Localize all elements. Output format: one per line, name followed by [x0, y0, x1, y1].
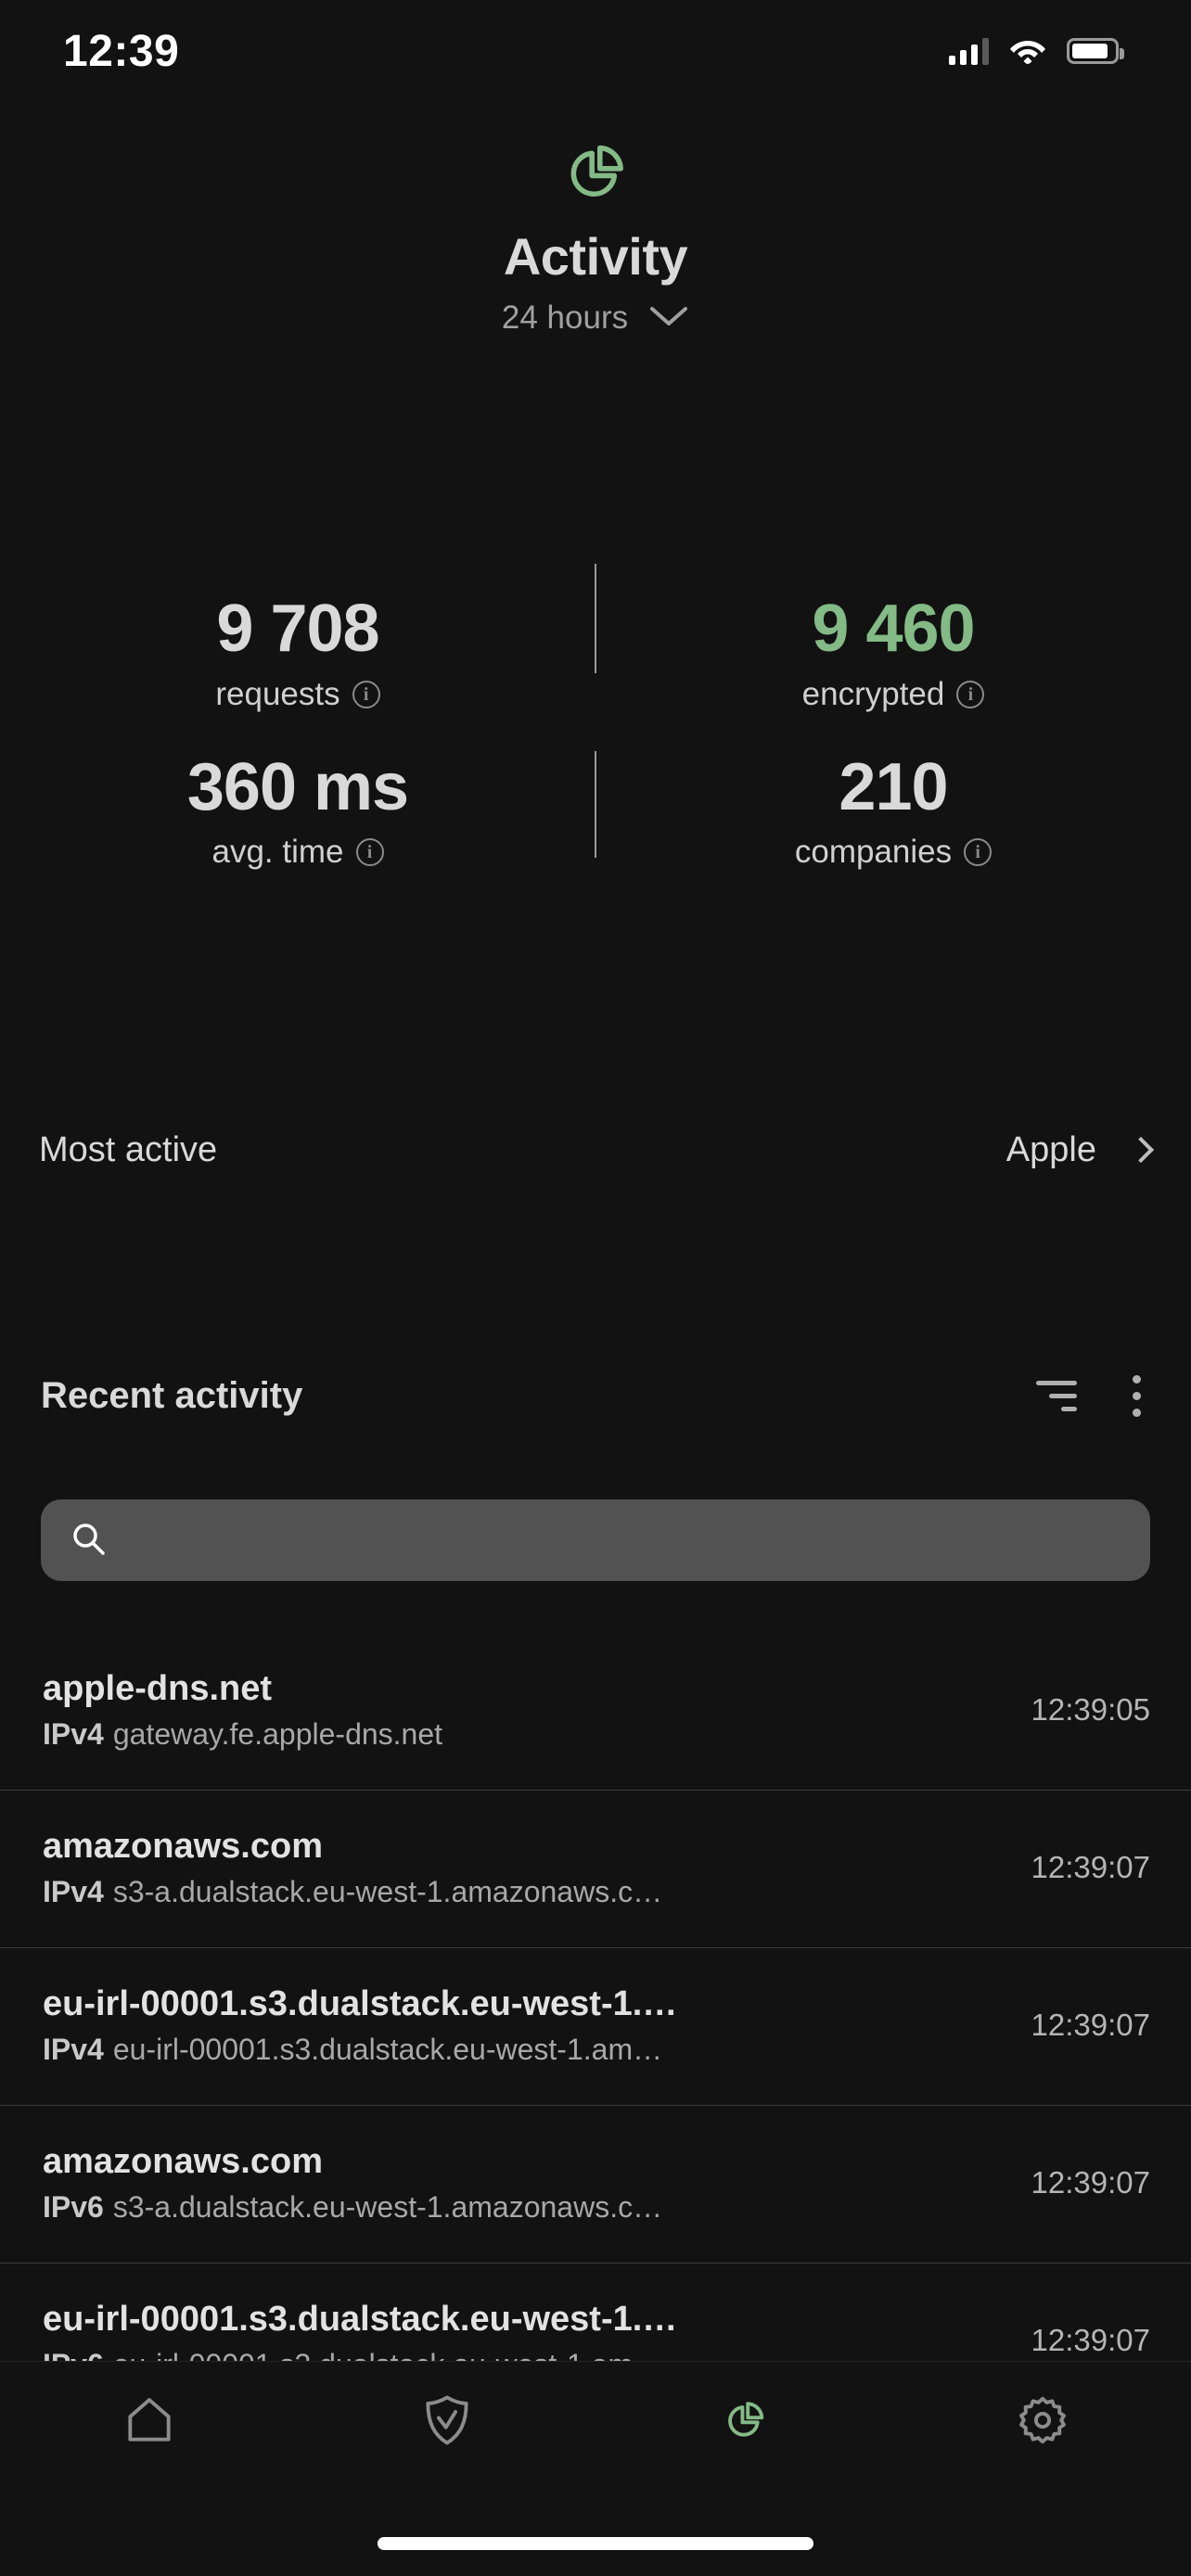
activity-time: 12:39:07	[1031, 2008, 1150, 2042]
stat-avg-time-value: 360 ms	[186, 749, 409, 824]
info-icon[interactable]: i	[355, 838, 384, 867]
pie-chart-icon	[0, 130, 1191, 215]
activity-domain: eu-irl-00001.s3.dualstack.eu-west-1.…	[43, 1984, 678, 2024]
stat-companies-label: companies i	[795, 834, 992, 871]
activity-subtitle: IPv4 gateway.fe.apple-dns.net	[43, 1715, 1009, 1753]
activity-time: 12:39:07	[1031, 1850, 1150, 1884]
search-field[interactable]	[41, 1499, 1150, 1581]
home-icon	[121, 2391, 178, 2454]
gear-icon	[1014, 2391, 1071, 2454]
stat-encrypted-value: 9 460	[812, 592, 975, 666]
stat-encrypted: 9 460 encrypted i	[596, 575, 1191, 733]
shield-check-icon	[418, 2391, 476, 2454]
activity-time: 12:39:05	[1031, 1692, 1150, 1727]
pie-chart-icon	[716, 2391, 774, 2454]
more-vertical-icon[interactable]	[1121, 1371, 1152, 1421]
stat-avg-time: 360 ms avg. time i	[0, 733, 596, 892]
stat-requests: 9 708 requests i	[0, 575, 596, 733]
activity-subtitle: IPv6 s3-a.dualstack.eu-west-1.amazonaws.c…	[43, 2188, 1009, 2225]
time-range-label: 24 hours	[501, 299, 629, 336]
activity-host: gateway.fe.apple-dns.net	[112, 1716, 443, 1751]
activity-row-content: apple-dns.net IPv4 gateway.fe.apple-dns.n…	[43, 1667, 1031, 1753]
tab-settings[interactable]	[893, 2386, 1191, 2454]
battery-icon	[1067, 38, 1124, 64]
recent-activity-title: Recent activity	[41, 1374, 303, 1416]
status-bar: 12:39	[0, 0, 1191, 102]
info-icon[interactable]: i	[964, 838, 992, 867]
table-row[interactable]: amazonaws.com IPv6 s3-a.dualstack.eu-west…	[0, 2105, 1191, 2263]
chevron-right-icon	[1127, 1136, 1155, 1164]
activity-list[interactable]: apple-dns.net IPv4 gateway.fe.apple-dns.n…	[0, 1632, 1191, 2361]
stat-encrypted-label: encrypted i	[802, 676, 985, 713]
activity-row-content: amazonaws.com IPv6 s3-a.dualstack.eu-west…	[43, 2140, 1031, 2225]
bottom-tab-bar	[0, 2361, 1191, 2576]
activity-domain: apple-dns.net	[43, 1669, 273, 1709]
table-row[interactable]: eu-irl-00001.s3.dualstack.eu-west-1.… IP…	[0, 1947, 1191, 2105]
activity-time: 12:39:07	[1031, 2323, 1150, 2357]
activity-row-content: eu-irl-00001.s3.dualstack.eu-west-1.… IP…	[43, 1983, 1031, 2068]
info-icon[interactable]: i	[352, 680, 380, 708]
status-bar-time: 12:39	[63, 26, 180, 76]
most-active-value: Apple	[1005, 1129, 1096, 1169]
activity-protocol: IPv6	[43, 2189, 104, 2224]
tab-home[interactable]	[0, 2386, 298, 2454]
time-range-selector[interactable]: 24 hours	[502, 300, 689, 337]
table-row[interactable]: apple-dns.net IPv4 gateway.fe.apple-dns.n…	[0, 1632, 1191, 1790]
activity-subtitle: IPv4 eu-irl-00001.s3.dualstack.eu-west-1.…	[43, 2031, 1009, 2068]
stats-grid: 9 708 requests i 9 460 encrypted i 360 m…	[0, 575, 1191, 891]
activity-domain: amazonaws.com	[43, 1827, 323, 1867]
most-active-value-group: Apple	[1005, 1129, 1155, 1170]
activity-subtitle: IPv4 s3-a.dualstack.eu-west-1.amazonaws.c…	[43, 1873, 1009, 1910]
stat-companies: 210 companies i	[596, 733, 1191, 892]
page-header: Activity 24 hours	[0, 130, 1191, 337]
app-screen: 12:39 Activity 24 hours 9 708 requests i…	[0, 0, 1191, 2576]
activity-domain: eu-irl-00001.s3.dualstack.eu-west-1.…	[43, 2300, 678, 2340]
stat-requests-label: requests i	[215, 675, 380, 713]
page-title: Activity	[503, 227, 688, 286]
activity-protocol: IPv4	[43, 1716, 104, 1751]
stat-avg-time-label: avg. time i	[212, 834, 384, 871]
activity-protocol: IPv6	[43, 2348, 104, 2361]
recent-activity-actions	[1036, 1371, 1152, 1421]
activity-protocol: IPv4	[43, 2032, 104, 2066]
activity-host: eu-irl-00001.s3.dualstack.eu-west-1.am…	[113, 2348, 662, 2361]
filter-sort-icon[interactable]	[1036, 1380, 1077, 1411]
table-row[interactable]: eu-irl-00001.s3.dualstack.eu-west-1.… IP…	[0, 2263, 1191, 2361]
stat-companies-value: 210	[839, 749, 948, 824]
activity-subtitle: IPv6 eu-irl-00001.s3.dualstack.eu-west-1.…	[43, 2346, 1009, 2361]
wifi-icon	[1009, 37, 1046, 65]
search-icon	[69, 1519, 108, 1562]
stat-companies-label-text: companies	[794, 834, 953, 871]
tab-protection[interactable]	[298, 2386, 596, 2454]
stat-requests-label-text: requests	[215, 675, 340, 712]
stat-requests-value: 9 708	[216, 592, 379, 666]
most-active-row[interactable]: Most active Apple	[0, 1099, 1191, 1201]
activity-host: s3-a.dualstack.eu-west-1.amazonaws.c…	[112, 1874, 663, 1908]
recent-activity-header: Recent activity	[0, 1354, 1191, 1437]
chevron-down-icon	[648, 300, 689, 337]
status-bar-indicators	[949, 37, 1124, 65]
activity-time: 12:39:07	[1031, 2165, 1150, 2200]
stat-avg-time-label-text: avg. time	[211, 834, 344, 871]
most-active-label: Most active	[39, 1129, 218, 1169]
table-row[interactable]: amazonaws.com IPv4 s3-a.dualstack.eu-west…	[0, 1790, 1191, 1947]
cellular-signal-icon	[949, 37, 989, 65]
search-input[interactable]	[124, 1522, 1122, 1559]
activity-host: eu-irl-00001.s3.dualstack.eu-west-1.am…	[112, 2032, 663, 2066]
activity-host: s3-a.dualstack.eu-west-1.amazonaws.c…	[112, 2189, 663, 2224]
activity-domain: amazonaws.com	[43, 2142, 323, 2182]
search-bar[interactable]	[41, 1499, 1150, 1581]
tab-activity[interactable]	[596, 2386, 893, 2454]
activity-protocol: IPv4	[43, 1874, 104, 1908]
home-indicator	[378, 2537, 813, 2550]
activity-row-content: amazonaws.com IPv4 s3-a.dualstack.eu-west…	[43, 1825, 1031, 1910]
stat-encrypted-label-text: encrypted	[801, 675, 945, 712]
info-icon[interactable]: i	[956, 680, 985, 708]
activity-row-content: eu-irl-00001.s3.dualstack.eu-west-1.… IP…	[43, 2298, 1031, 2361]
